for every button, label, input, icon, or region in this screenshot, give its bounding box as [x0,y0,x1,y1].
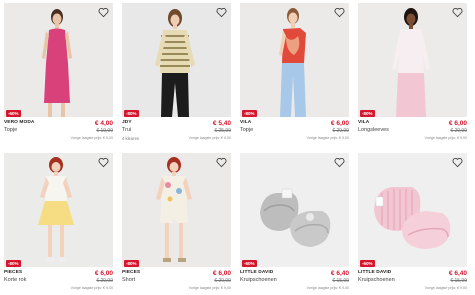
product-reference-price: Vorige laagste prijs: € 9,00 [70,136,113,140]
product-price: € 6,00 [330,120,349,127]
product-price: € 6,40 [448,270,467,277]
product-reference-price: Vorige laagste prijs: € 9,00 [188,286,231,290]
product-name[interactable]: Trui [122,127,131,133]
product-price: € 6,00 [94,270,113,277]
product-brand: LITTLE DAVID [240,270,274,275]
discount-badge: -80% [6,260,21,267]
product-reference-price: Vorige laagste prijs: € 9,00 [306,286,349,290]
heart-icon[interactable] [216,7,227,18]
product-card[interactable]: -80% JDY Trui 4 kleuren € 5,40 € 25,99 V… [122,3,231,149]
product-card[interactable]: -60% LITTLE DAVID Kruipschoenen € 6,40 €… [358,153,467,295]
product-reference-price: Vorige laagste prijs: € 9,00 [70,286,113,290]
product-color-count: 4 kleuren [122,136,140,141]
product-old-price: € 29,99 [450,128,467,134]
product-card[interactable]: -60% LITTLE DAVID Kruipschoenen € 6,40 €… [240,153,349,295]
discount-badge: -80% [124,260,139,267]
product-photo[interactable]: -80% [122,153,231,267]
product-old-price: € 15,99 [332,278,349,284]
product-price: € 4,00 [94,120,113,127]
product-brand: PIECES [4,270,23,275]
model-image [4,3,113,117]
product-name[interactable]: Kruipschoenen [358,277,395,283]
product-name[interactable]: Short [122,277,135,283]
heart-icon[interactable] [452,7,463,18]
product-brand: JDY [122,120,132,125]
product-reference-price: Vorige laagste prijs: € 9,00 [306,136,349,140]
product-old-price: € 29,99 [332,128,349,134]
discount-badge: -60% [6,110,21,117]
model-image [4,153,113,267]
product-name[interactable]: Korte rok [4,277,26,283]
product-photo[interactable]: -80% [4,153,113,267]
product-photo[interactable]: -60% [4,3,113,117]
product-price: € 6,00 [448,120,467,127]
product-brand: VILA [240,120,252,125]
product-price: € 6,40 [330,270,349,277]
heart-icon[interactable] [334,157,345,168]
product-old-price: € 29,99 [96,278,113,284]
product-card[interactable]: -80% PIECES Short € 6,00 € 29,99 Vorige … [122,153,231,295]
product-name[interactable]: Longsleeves [358,127,389,133]
product-card[interactable]: -80% VILA Longsleeves € 6,00 € 29,99 Vor… [358,3,467,149]
heart-icon[interactable] [98,157,109,168]
heart-icon[interactable] [452,157,463,168]
product-brand: PIECES [122,270,141,275]
product-price: € 6,00 [212,270,231,277]
product-image-baby-shoes [358,153,467,267]
model-image [122,3,231,117]
product-price: € 5,40 [212,120,231,127]
product-old-price: € 25,99 [214,128,231,134]
discount-badge: -60% [360,260,375,267]
product-reference-price: Vorige laagste prijs: € 9,00 [188,136,231,140]
heart-icon[interactable] [216,157,227,168]
product-reference-price: Vorige laagste prijs: € 9,00 [424,286,467,290]
product-photo[interactable]: -80% [122,3,231,117]
product-old-price: € 29,99 [214,278,231,284]
product-grid: -60% VERO MODA Topje € 4,00 € 19,99 Vori… [0,0,475,295]
product-photo[interactable]: -60% [358,153,467,267]
model-image [358,3,467,117]
model-image [240,3,349,117]
discount-badge: -80% [360,110,375,117]
heart-icon[interactable] [98,7,109,18]
product-brand: LITTLE DAVID [358,270,392,275]
product-brand: VERO MODA [4,120,35,125]
product-card[interactable]: -80% VILA Topje € 6,00 € 29,99 Vorige la… [240,3,349,149]
product-photo[interactable]: -60% [240,153,349,267]
discount-badge: -80% [124,110,139,117]
product-old-price: € 15,99 [450,278,467,284]
product-photo[interactable]: -80% [358,3,467,117]
product-photo[interactable]: -80% [240,3,349,117]
product-card[interactable]: -60% VERO MODA Topje € 4,00 € 19,99 Vori… [4,3,113,149]
product-brand: VILA [358,120,370,125]
product-image-baby-shoes [240,153,349,267]
product-reference-price: Vorige laagste prijs: € 9,00 [424,136,467,140]
heart-icon[interactable] [334,7,345,18]
product-name[interactable]: Kruipschoenen [240,277,277,283]
discount-badge: -80% [242,110,257,117]
product-name[interactable]: Topje [4,127,17,133]
discount-badge: -60% [242,260,257,267]
product-name[interactable]: Topje [240,127,253,133]
product-old-price: € 19,99 [96,128,113,134]
model-image [122,153,231,267]
product-card[interactable]: -80% PIECES Korte rok € 6,00 € 29,99 Vor… [4,153,113,295]
